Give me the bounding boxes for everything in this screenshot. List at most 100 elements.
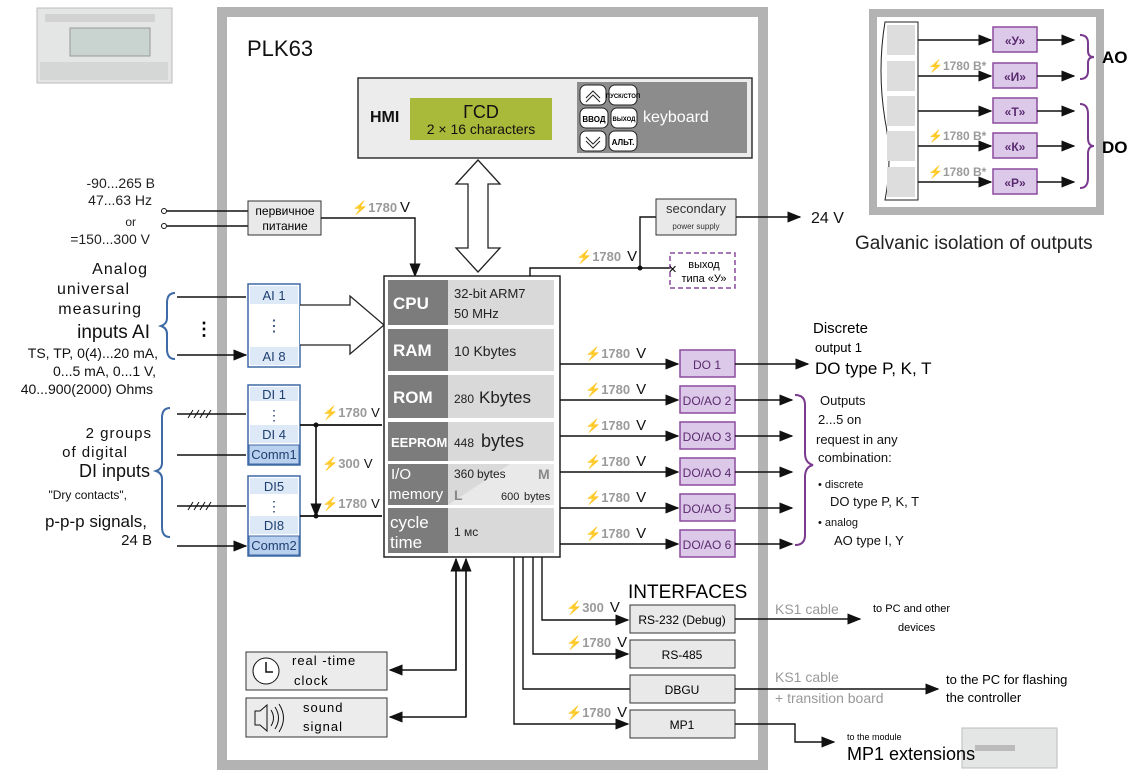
output-label: DO/AO 4 (683, 466, 732, 480)
di1-isolation: ⚡1780 V (322, 405, 380, 421)
terminal-icon (161, 208, 167, 214)
ao-label: AO (1102, 48, 1128, 67)
svg-text:50 MHz: 50 MHz (454, 306, 499, 321)
svg-text:or: or (125, 215, 136, 229)
svg-text:⋮: ⋮ (267, 498, 281, 514)
output-label: DO/AO 6 (683, 538, 732, 552)
device-title: PLK63 (247, 36, 313, 61)
isolation-label: ⚡1780 (352, 200, 397, 216)
svg-text:DI 1: DI 1 (262, 387, 286, 402)
svg-text:-90...265 В: -90...265 В (87, 175, 156, 191)
output-label: DO/AO 2 (683, 394, 732, 408)
di2-isolation: ⚡1780 V (322, 496, 380, 512)
galvanic-caption: Galvanic isolation of outputs (855, 233, 1093, 254)
svg-text:measuring: measuring (58, 301, 142, 318)
analog-input-desc: Analog universal measuring inputs AI TS,… (21, 261, 158, 397)
galvanic-output-label: «И» (1004, 70, 1026, 84)
dbgu-dest: to the PC for flashing (946, 672, 1067, 687)
keyboard-label: keyboard (643, 109, 709, 126)
svg-text:bytes: bytes (477, 467, 506, 481)
secondary-power-label: secondary (666, 201, 726, 216)
primary-power-label: питание (262, 219, 308, 233)
di-group-1: DI 1 ⋮ DI 4 Comm1 (247, 384, 301, 466)
do-label: DO (1102, 138, 1128, 157)
rtc-label: real -time (292, 653, 356, 668)
ai-last: AI 8 (262, 349, 285, 364)
svg-text:DI 4: DI 4 (262, 427, 286, 442)
mp1-dest: MP1 extensions (847, 744, 975, 764)
svg-text:I/O: I/O (391, 466, 411, 483)
svg-text:47...63 Hz: 47...63 Hz (88, 192, 152, 208)
enter-key-label: ВВОД (582, 115, 605, 124)
rtc-label: clock (294, 673, 329, 688)
output-isolation: ⚡1780 V (585, 525, 646, 542)
svg-text:universal: universal (57, 281, 130, 298)
svg-text:RAM: RAM (393, 341, 432, 360)
output-label: DO/AO 3 (683, 430, 732, 444)
ai-first: AI 1 (262, 288, 285, 303)
y-output-label: выход (688, 259, 720, 271)
do1-desc: DO type P, K, T (815, 359, 932, 378)
x-mark-icon: ✕ (668, 264, 677, 276)
svg-text:Analog: Analog (92, 261, 148, 278)
dbgu-cable-label: + transition board (775, 690, 884, 706)
svg-text:24 В: 24 В (121, 532, 152, 549)
galvanic-output-label: «Т» (1005, 105, 1026, 119)
svg-text:• analog: • analog (818, 517, 858, 529)
rs232-dest: devices (898, 622, 936, 634)
galvanic-isolation: ⚡1780 В* (928, 129, 987, 143)
interface-label: RS-485 (662, 648, 703, 662)
svg-text:M: M (538, 466, 550, 482)
output-isolation: ⚡1780 V (585, 417, 646, 434)
galvanic-isolation: ⚡1780 В* (928, 59, 987, 73)
svg-text:360: 360 (454, 467, 474, 481)
mp1-module-photo (961, 727, 1058, 769)
svg-text:10 Kbytes: 10 Kbytes (454, 343, 516, 359)
output-isolation: ⚡1780 V (585, 453, 646, 470)
galvanic-output-label: «Р» (1004, 176, 1026, 190)
svg-text:DI8: DI8 (264, 518, 284, 533)
svg-text:CPU: CPU (393, 294, 429, 313)
secondary-power-sub: power supply (672, 222, 719, 231)
svg-text:448: 448 (454, 436, 474, 450)
rs232-cable-label: KS1 cable (775, 601, 839, 617)
output-label: DO 1 (693, 358, 721, 372)
interface-isolation: ⚡1780 V (566, 704, 627, 721)
interface-isolation: ⚡1780 V (566, 634, 627, 651)
svg-text:request in any: request in any (816, 432, 898, 447)
galvanic-output-label: «К» (1005, 140, 1026, 154)
outputs-bracket (794, 394, 814, 546)
interface-isolation: ⚡300 V (566, 599, 620, 616)
svg-text:Outputs: Outputs (820, 393, 866, 408)
svg-text:• discrete: • discrete (818, 479, 863, 491)
svg-text:2 groups: 2 groups (86, 425, 152, 442)
svg-text:time: time (390, 533, 422, 552)
ai-dots: ⋮ (195, 319, 213, 339)
svg-text:combination:: combination: (818, 450, 892, 465)
dbgu-dest: the controller (946, 690, 1022, 705)
svg-text:AO type I, Y: AO type I, Y (834, 533, 904, 548)
svg-text:Comm2: Comm2 (251, 538, 297, 553)
interface-label: RS-232 (Debug) (638, 613, 725, 627)
di-bracket (152, 407, 171, 538)
svg-text:280: 280 (454, 392, 474, 406)
svg-text:"Dry contacts",: "Dry contacts", (48, 488, 127, 502)
isolation-unit: V (400, 199, 410, 216)
svg-text:0...5 mA, 0...1 V,: 0...5 mA, 0...1 V, (53, 363, 156, 379)
svg-text:DI5: DI5 (264, 479, 284, 494)
galvanic-output-label: «У» (1005, 34, 1026, 48)
svg-text:DO type P, K, T: DO type P, K, T (830, 494, 919, 509)
cpu-block: CPU RAM ROM EEPROM I/O memory cycle time… (383, 275, 561, 558)
plk63-block-diagram: PLK63 HMI ГCD 2 × 16 characters ПУСК/СТО… (21, 7, 1128, 770)
svg-text:bytes: bytes (481, 431, 524, 451)
start-stop-key-label: ПУСК/СТОП (606, 94, 640, 100)
svg-text:32-bit ARM7: 32-bit ARM7 (454, 286, 526, 301)
mp1-dest: to the module (847, 732, 902, 742)
sound-label: sound (303, 700, 343, 715)
dbgu-cable-label: KS1 cable (775, 669, 839, 685)
ai-dots: ⋮ (266, 318, 282, 335)
digital-input-desc: 2 groups of digital DI inputs "Dry conta… (45, 425, 152, 549)
sound-label: signal (303, 719, 343, 734)
bus-hash-icon (187, 409, 212, 511)
y-output-label: типа «У» (681, 273, 726, 285)
